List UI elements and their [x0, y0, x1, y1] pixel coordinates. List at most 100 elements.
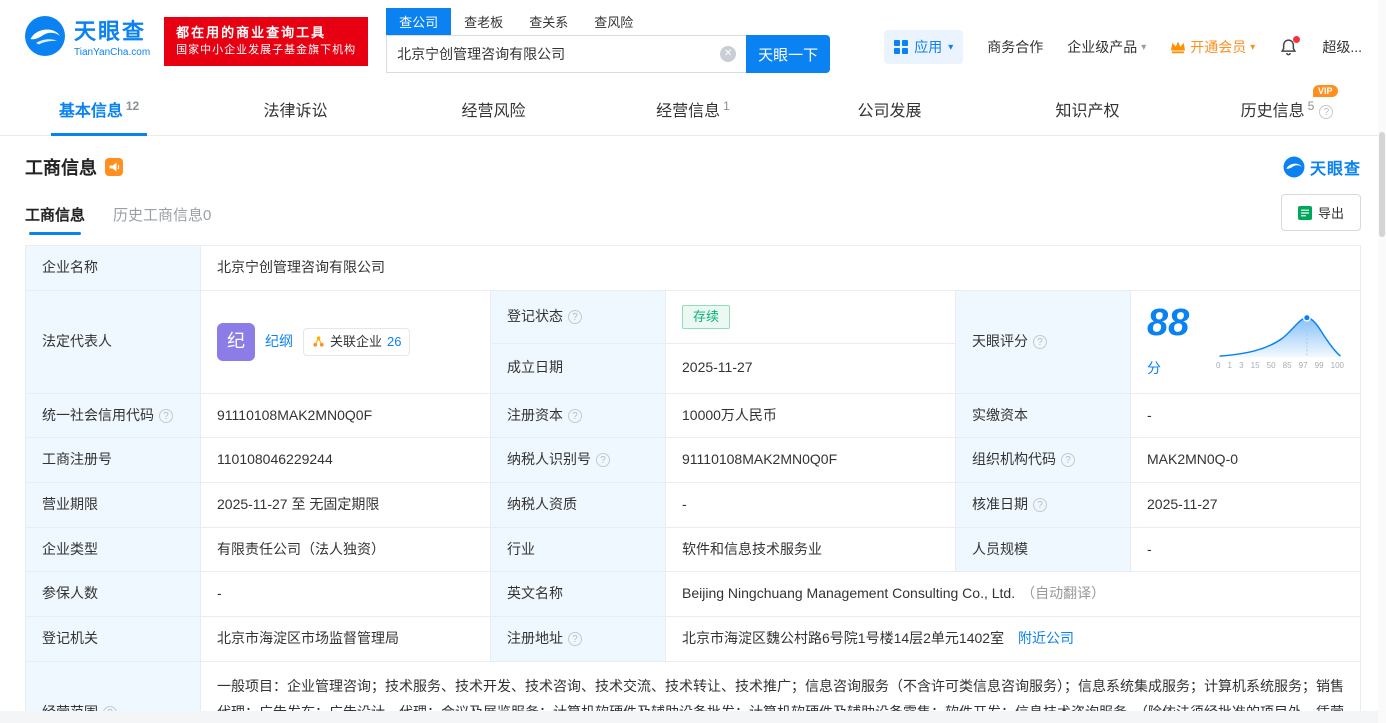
scrollbar[interactable]: [1378, 0, 1386, 723]
field-reg-authority-label: 登记机关: [25, 616, 201, 662]
field-label: 核准日期: [972, 496, 1028, 513]
help-icon[interactable]: ?: [1061, 453, 1075, 468]
search-tab-relation[interactable]: 查关系: [516, 8, 581, 35]
field-paid-capital-label: 实缴资本: [955, 392, 1131, 439]
establish-date: 2025-11-27: [682, 359, 753, 376]
help-icon[interactable]: ?: [596, 453, 610, 468]
nearby-companies-link[interactable]: 附近公司: [1018, 630, 1074, 646]
field-english-name-value: Beijing Ningchuang Management Consulting…: [665, 571, 1361, 618]
field-label: 纳税人识别号: [507, 451, 591, 468]
field-reg-number-label: 工商注册号: [25, 437, 201, 484]
related-companies-count: 26: [387, 333, 402, 349]
tab-legal-litigation[interactable]: 法律诉讼: [198, 82, 396, 135]
field-reg-status-label: 登记状态?: [490, 289, 666, 344]
search-input-wrap: ✕: [386, 35, 747, 73]
slogan-badge: 都在用的商业查询工具 国家中小企业发展子基金旗下机构: [164, 17, 369, 66]
field-label: 登记机关: [42, 630, 98, 647]
field-label: 人员规模: [972, 540, 1028, 557]
search-tab-risk[interactable]: 查风险: [581, 8, 646, 35]
help-icon[interactable]: ?: [568, 309, 582, 324]
tab-count: 5: [1307, 99, 1315, 113]
staff-size: -: [1147, 540, 1152, 557]
nav-open-vip[interactable]: 开通会员 ▾: [1170, 37, 1255, 57]
subtab-history-registration[interactable]: 历史工商信息0: [113, 204, 211, 235]
english-name: Beijing Ningchuang Management Consulting…: [682, 585, 1016, 602]
business-info-table: 企业名称 北京宁创管理咨询有限公司 法定代表人 纪 纪纲 关联企业 26 登记状…: [25, 245, 1361, 723]
help-icon[interactable]: ?: [1033, 498, 1047, 513]
watermark-brand: 天眼查: [1309, 161, 1361, 178]
help-icon[interactable]: ?: [159, 408, 173, 423]
legal-rep-name-link[interactable]: 纪纲: [265, 331, 293, 353]
tab-label: 公司发展: [857, 103, 922, 120]
apps-menu-button[interactable]: 应用 ▾: [884, 30, 964, 64]
tab-business-info[interactable]: 经营信息 1: [594, 82, 792, 135]
score-axis-ticks: 0 1 3 15 50 85 97 99 100: [1216, 360, 1344, 370]
tab-company-development[interactable]: 公司发展: [792, 82, 990, 135]
tab-intellectual-property[interactable]: 知识产权: [990, 82, 1188, 135]
auto-translate-note: （自动翻译）: [1021, 585, 1106, 602]
field-label: 实缴资本: [972, 406, 1028, 423]
table-row: 企业名称 北京宁创管理咨询有限公司: [25, 245, 1361, 291]
field-label: 天眼评分: [972, 332, 1028, 349]
score-number: 88 分: [1147, 304, 1202, 380]
tab-label: 经营信息: [656, 103, 721, 120]
chevron-down-icon: ▾: [1141, 41, 1147, 53]
clear-search-icon[interactable]: ✕: [720, 46, 737, 62]
search-input[interactable]: [397, 46, 721, 62]
credit-code: 91110108MAK2MN0Q0F: [217, 406, 373, 423]
field-taxpayer-id-value: 91110108MAK2MN0Q0F: [665, 437, 956, 484]
top-nav: 应用 ▾ 商务合作 企业级产品 ▾ 开通会员 ▾ 超级...: [884, 30, 1362, 64]
tianyancha-logo[interactable]: 天眼查 TianYanCha.com: [24, 14, 150, 58]
crown-icon: [1171, 41, 1186, 54]
field-reg-authority-value: 北京市海淀区市场监督管理局: [200, 616, 491, 662]
scrollbar-thumb[interactable]: [1379, 132, 1385, 237]
related-companies-icon: [313, 336, 324, 347]
legal-rep-avatar[interactable]: 纪: [217, 322, 255, 361]
field-approval-date-value: 2025-11-27: [1130, 482, 1361, 528]
field-label: 统一社会信用代码: [42, 406, 154, 423]
field-business-term-label: 营业期限: [25, 482, 201, 528]
table-row: 法定代表人 纪 纪纲 关联企业 26 登记状态 ? 存续 天眼评分 ? 88分 …: [25, 289, 1361, 394]
tab-operating-risk[interactable]: 经营风险: [396, 82, 594, 135]
search-tab-company[interactable]: 查公司: [386, 8, 452, 35]
search-button[interactable]: 天眼一下: [746, 35, 831, 73]
notifications-bell-icon[interactable]: [1279, 35, 1301, 57]
field-label: 企业类型: [42, 540, 98, 557]
insured-count: -: [217, 585, 222, 602]
tab-history-info[interactable]: 历史信息 5? VIP: [1188, 82, 1386, 135]
search-tab-boss[interactable]: 查老板: [451, 8, 516, 35]
apps-grid-icon: [894, 40, 909, 54]
tab-label: 知识产权: [1055, 103, 1120, 120]
subtab-business-registration[interactable]: 工商信息: [25, 204, 85, 235]
reg-address: 北京市海淀区魏公村路6号院1号楼14层2单元1402室: [682, 630, 1005, 647]
field-taxpayer-id-label: 纳税人识别号?: [490, 437, 666, 484]
help-icon[interactable]: ?: [1033, 334, 1047, 349]
tianyancha-watermark: 天眼查: [1283, 155, 1361, 179]
tab-label: 历史信息: [1240, 103, 1305, 120]
vip-badge: VIP: [1313, 85, 1338, 97]
help-icon[interactable]: ?: [568, 408, 582, 423]
help-icon[interactable]: ?: [568, 632, 582, 647]
field-reg-number-value: 110108046229244: [200, 437, 491, 484]
nav-super-vip[interactable]: 超级...: [1322, 37, 1362, 57]
search-tabs: 查公司 查老板 查关系 查风险: [386, 8, 830, 35]
field-credit-code-value: 91110108MAK2MN0Q0F: [200, 392, 491, 439]
tab-basic-info[interactable]: 基本信息 12: [0, 82, 198, 136]
field-insured-count-value: -: [200, 571, 491, 618]
field-label: 注册资本: [507, 406, 563, 423]
field-score-label: 天眼评分?: [955, 289, 1131, 394]
nav-enterprise-products[interactable]: 企业级产品 ▾: [1067, 37, 1146, 57]
help-icon[interactable]: ?: [1319, 105, 1334, 119]
field-company-type-value: 有限责任公司（法人独资）: [200, 526, 491, 573]
subtabs: 工商信息 历史工商信息0 导出: [25, 194, 1361, 235]
company-page-tabs: 基本信息 12 法律诉讼 经营风险 经营信息 1 公司发展 知识产权 历史信息 5? …: [0, 82, 1386, 136]
nav-business-cooperation[interactable]: 商务合作: [987, 37, 1043, 57]
export-button[interactable]: 导出: [1280, 194, 1361, 231]
industry: 软件和信息技术服务业: [682, 540, 822, 557]
taxpayer-id: 91110108MAK2MN0Q0F: [682, 451, 838, 468]
announcement-icon[interactable]: [105, 158, 123, 176]
related-companies-pill[interactable]: 关联企业 26: [303, 327, 411, 356]
field-org-code-label: 组织机构代码?: [955, 437, 1131, 484]
top-header: 天眼查 TianYanCha.com 都在用的商业查询工具 国家中小企业发展子基…: [0, 0, 1386, 73]
field-label: 参保人数: [42, 585, 98, 602]
